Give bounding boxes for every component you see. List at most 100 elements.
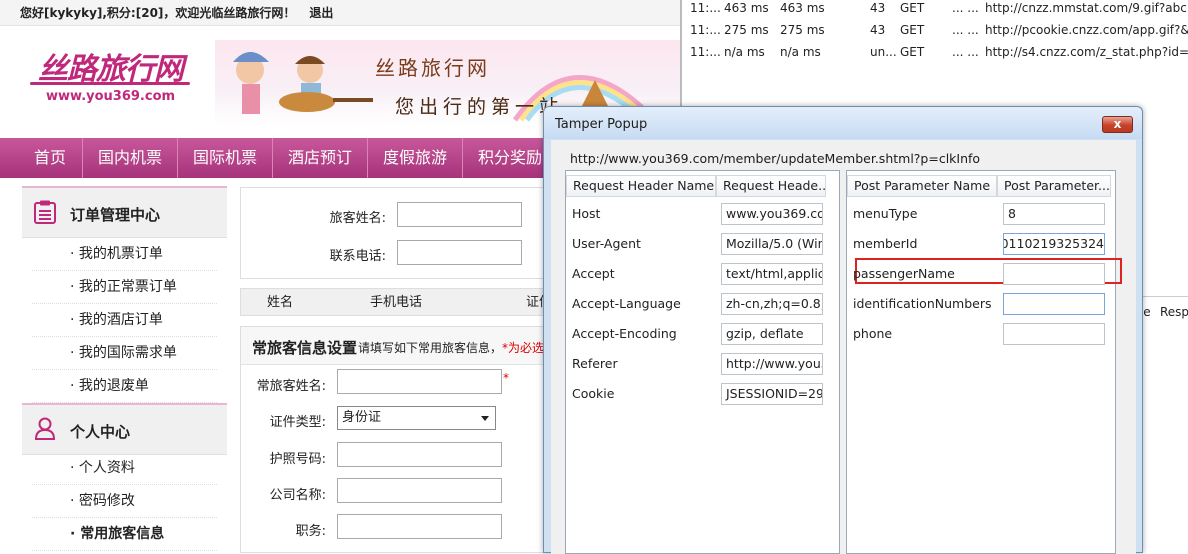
member-id-input[interactable]: 20110219325324	[1003, 233, 1105, 255]
param-value-input[interactable]	[1003, 293, 1105, 315]
network-row[interactable]: 11:... 275 ms 275 ms 43 GET ... ... http…	[682, 22, 1188, 44]
contact-phone-label: 联系电话:	[329, 249, 386, 264]
param-name-column[interactable]: Post Parameter Name	[847, 175, 997, 197]
order-center-header: 订单管理中心	[22, 186, 227, 238]
banner-title: 丝路旅行网	[375, 56, 490, 80]
id-type-label: 证件类型:	[269, 415, 326, 430]
user-greeting: 您好[kykyky],积分:[20]，欢迎光临丝路旅行网！	[20, 6, 296, 20]
header-name: User-Agent	[572, 236, 641, 251]
net-url: http://cnzz.mmstat.com/9.gif?abc=1	[985, 1, 1188, 15]
person-icon	[34, 417, 56, 440]
nav-international-flights[interactable]: 国际机票	[178, 138, 273, 178]
popup-title: Tamper Popup	[555, 117, 648, 132]
header-name: Cookie	[572, 386, 615, 401]
logo-url: www.you369.com	[46, 89, 176, 104]
sidebar-link-hotel-orders[interactable]: · 我的酒店订单	[32, 304, 217, 337]
chevron-down-icon	[481, 416, 489, 421]
param-value-input[interactable]: 8	[1003, 203, 1105, 225]
header-name: Accept	[572, 266, 615, 281]
net-duration-total: 463 ms	[780, 1, 825, 15]
sidebar-link-intl-requests[interactable]: · 我的国际需求单	[32, 337, 217, 370]
sidebar-link-normal-orders[interactable]: · 我的正常票订单	[32, 271, 217, 304]
freq-name-input[interactable]	[337, 369, 502, 394]
sidebar-link-refunds[interactable]: · 我的退废单	[32, 370, 217, 403]
header-value-input[interactable]: www.you369.cor	[721, 203, 823, 225]
net-size: 43	[870, 1, 886, 15]
form-note: 请填写如下常用旅客信息，*为必选	[358, 339, 544, 356]
param-value-input[interactable]	[1003, 263, 1105, 285]
net-url: http://s4.cnzz.com/z_stat.php?id=10	[985, 45, 1188, 59]
nav-domestic-flights[interactable]: 国内机票	[82, 138, 178, 178]
net-duration-total: n/a ms	[780, 45, 821, 59]
header-value-column[interactable]: Request Heade...	[716, 175, 826, 197]
param-value-column[interactable]: Post Parameter...	[997, 175, 1111, 197]
net-size: 43	[870, 23, 886, 37]
net-method: GET	[900, 23, 925, 37]
net-ellipsis: ... ...	[952, 1, 979, 15]
param-name: memberId	[853, 236, 918, 251]
header-name: Accept-Encoding	[572, 326, 677, 341]
param-name: passengerName	[853, 266, 955, 281]
param-name: phone	[853, 326, 893, 341]
net-time: 11:...	[690, 23, 721, 37]
nav-vacation[interactable]: 度假旅游	[368, 138, 463, 178]
order-list-icon	[34, 200, 56, 224]
col-phone: 手机电话	[370, 295, 423, 310]
site-logo[interactable]: 丝路旅行网 www.you369.com	[30, 42, 200, 112]
net-time: 11:...	[690, 45, 721, 59]
company-input[interactable]	[337, 478, 502, 503]
contact-phone-input[interactable]	[397, 240, 522, 265]
net-time: 11:...	[690, 1, 721, 15]
sidebar-link-frequent-travelers[interactable]: · 常用旅客信息	[32, 518, 217, 551]
col-name: 姓名	[267, 295, 294, 310]
popup-titlebar[interactable]: Tamper Popup x	[544, 107, 1142, 139]
param-value-input[interactable]	[1003, 323, 1105, 345]
top-bar: 您好[kykyky],积分:[20]，欢迎光临丝路旅行网！ 退出	[0, 0, 680, 26]
lower-col-resp: Resp	[1160, 305, 1188, 319]
header-value-input[interactable]: JSESSIONID=29D	[721, 383, 823, 405]
banner-slogan: 您出行的第一站	[395, 96, 564, 118]
net-duration: n/a ms	[724, 45, 765, 59]
network-row[interactable]: 11:... n/a ms n/a ms un... GET ... ... h…	[682, 44, 1188, 66]
passport-input[interactable]	[337, 442, 502, 467]
header-name: Host	[572, 206, 601, 221]
net-duration-total: 275 ms	[780, 23, 825, 37]
post-parameters-table: Post Parameter Name Post Parameter... me…	[846, 170, 1122, 554]
nav-hotels[interactable]: 酒店预订	[273, 138, 368, 178]
form-note-text: 请填写如下常用旅客信息，	[358, 341, 503, 355]
personal-center-header: 个人中心	[22, 403, 227, 455]
personal-center-title: 个人中心	[70, 423, 131, 441]
freq-name-label: 常旅客姓名:	[256, 379, 326, 394]
tamper-popup-window: Tamper Popup x http://www.you369.com/mem…	[543, 106, 1143, 554]
header-name-column[interactable]: Request Header Name	[566, 175, 716, 197]
request-headers-table: Request Header Name Request Heade... Hos…	[565, 170, 840, 554]
traveler-name-label: 旅客姓名:	[329, 211, 386, 226]
popup-body: http://www.you369.com/member/updateMembe…	[551, 140, 1136, 554]
sidebar-link-flight-orders[interactable]: · 我的机票订单	[32, 238, 217, 271]
logout-link[interactable]: 退出	[309, 6, 333, 20]
traveler-name-input[interactable]	[397, 202, 522, 227]
position-input[interactable]	[337, 514, 502, 539]
header-value-input[interactable]: gzip, deflate	[721, 323, 823, 345]
close-button[interactable]: x	[1102, 116, 1133, 133]
param-name: menuType	[853, 206, 918, 221]
net-size: un...	[870, 45, 897, 59]
header-value-input[interactable]: text/html,applica	[721, 263, 823, 285]
header-value-input[interactable]: zh-cn,zh;q=0.8,e	[721, 293, 823, 315]
member-sidebar: 订单管理中心 · 我的机票订单 · 我的正常票订单 · 我的酒店订单 · 我的国…	[22, 186, 227, 553]
form-title: 常旅客信息设置	[252, 339, 358, 357]
sidebar-link-profile[interactable]: · 个人资料	[32, 452, 217, 485]
nav-home[interactable]: 首页	[20, 138, 80, 178]
net-url: http://pcookie.cnzz.com/app.gif?&c	[985, 23, 1188, 37]
header-value-input[interactable]: http://www.you3	[721, 353, 823, 375]
sidebar-link-password[interactable]: · 密码修改	[32, 485, 217, 518]
header-name: Accept-Language	[572, 296, 681, 311]
network-row[interactable]: 11:... 463 ms 463 ms 43 GET ... ... http…	[682, 0, 1188, 22]
id-type-select[interactable]: 身份证	[337, 406, 496, 430]
net-duration: 275 ms	[724, 23, 769, 37]
header-value-input[interactable]: Mozilla/5.0 (Win	[721, 233, 823, 255]
header-name: Referer	[572, 356, 618, 371]
company-label: 公司名称:	[269, 488, 326, 503]
id-type-value: 身份证	[342, 410, 382, 425]
passport-label: 护照号码:	[269, 452, 326, 467]
